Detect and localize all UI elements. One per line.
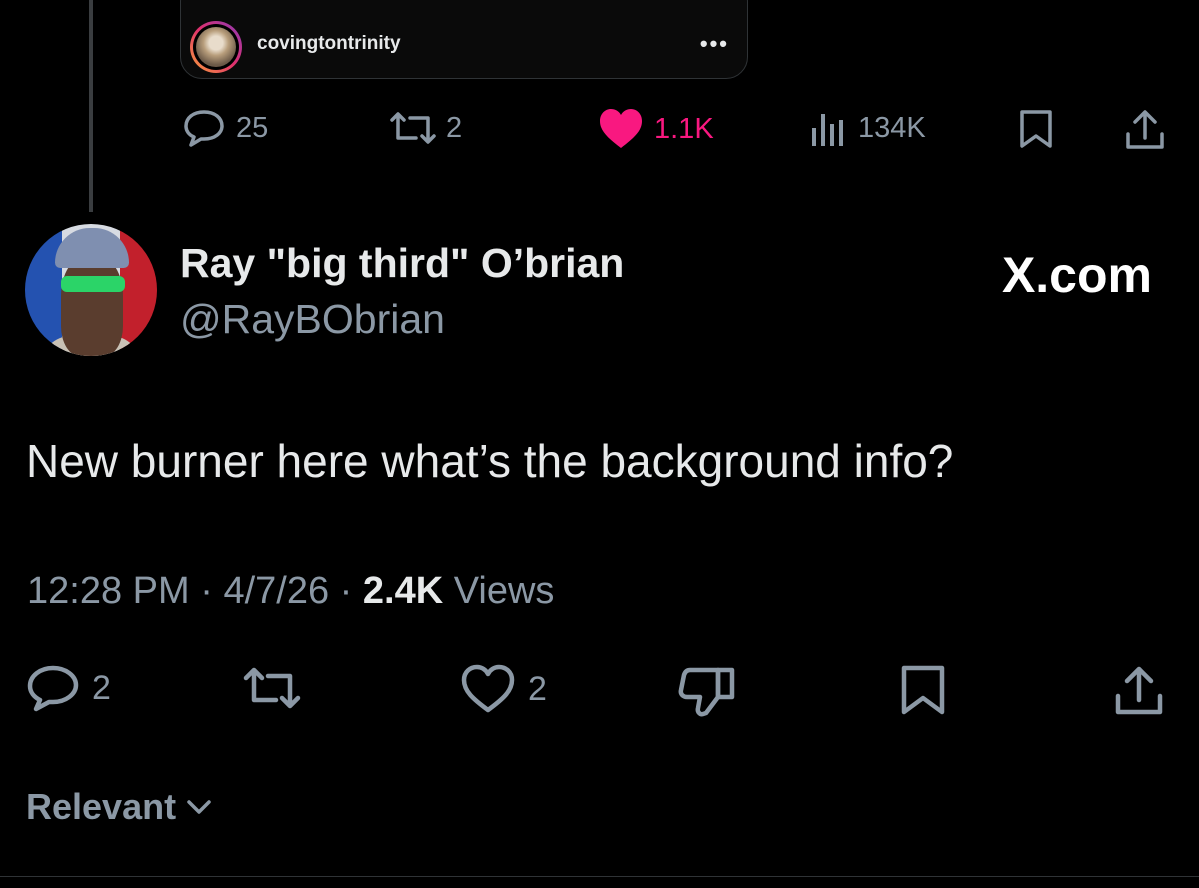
parent-post-stats: 25 2 1.1K 134K [0, 108, 1199, 152]
tweet-text: New burner here what’s the background in… [26, 435, 954, 487]
tweet-date[interactable]: 4/7/26 [223, 570, 329, 612]
repost-icon [243, 667, 301, 709]
parent-views-count: 134K [858, 111, 926, 144]
parent-repost-count: 2 [446, 111, 463, 144]
parent-like-button[interactable]: 1.1K [598, 108, 714, 150]
author-handle[interactable]: @RayBObrian [180, 296, 445, 343]
like-count: 2 [528, 669, 547, 708]
meta-separator: · [200, 570, 213, 612]
meta-separator: · [339, 570, 353, 612]
tweet-actions: 2 2 [0, 664, 1199, 717]
tweet-time[interactable]: 12:28 PM [27, 570, 190, 612]
repost-icon [390, 112, 436, 144]
reply-icon [27, 665, 79, 712]
embed-username[interactable]: covingtontrinity [257, 33, 401, 55]
author-display-name[interactable]: Ray "big third" O’brian [180, 240, 624, 287]
reply-sort-dropdown[interactable]: Relevant [26, 786, 212, 828]
dislike-icon [678, 667, 735, 717]
reply-count: 2 [92, 668, 111, 707]
bookmark-button[interactable] [898, 664, 948, 716]
reply-button[interactable]: 2 [26, 664, 111, 712]
share-button[interactable] [1112, 664, 1166, 718]
embed-avatar[interactable] [190, 21, 242, 73]
more-options-button[interactable]: ••• [700, 31, 729, 57]
like-button[interactable]: 2 [460, 664, 547, 714]
bookmark-icon [1020, 110, 1052, 148]
heart-icon [461, 664, 515, 713]
dislike-button[interactable] [678, 664, 736, 718]
avatar[interactable] [25, 224, 157, 356]
bookmark-icon [901, 665, 945, 715]
views-icon [812, 114, 843, 146]
parent-reply-count: 25 [236, 111, 269, 144]
parent-views-button[interactable]: 134K [808, 108, 926, 148]
thread-connector-line [89, 0, 93, 212]
tweet-metadata: 12:28 PM · 4/7/26 · 2.4K Views [27, 570, 554, 613]
parent-like-count: 1.1K [654, 112, 714, 145]
divider [0, 876, 1199, 877]
share-icon [1115, 666, 1163, 715]
parent-reply-button[interactable]: 25 [182, 108, 268, 148]
parent-bookmark-button[interactable] [1016, 108, 1056, 150]
share-icon [1126, 110, 1164, 149]
sort-label: Relevant [26, 786, 177, 827]
x-com-watermark: X.com [1001, 247, 1152, 303]
parent-repost-button[interactable]: 2 [386, 108, 462, 148]
chevron-down-icon [187, 800, 211, 814]
reply-icon [184, 110, 224, 147]
parent-share-button[interactable] [1123, 108, 1167, 152]
repost-button[interactable] [240, 664, 304, 712]
views-label: Views [453, 570, 555, 612]
embedded-post-card[interactable]: covingtontrinity ••• [180, 0, 748, 79]
heart-icon [600, 109, 642, 148]
views-count: 2.4K [362, 570, 444, 612]
